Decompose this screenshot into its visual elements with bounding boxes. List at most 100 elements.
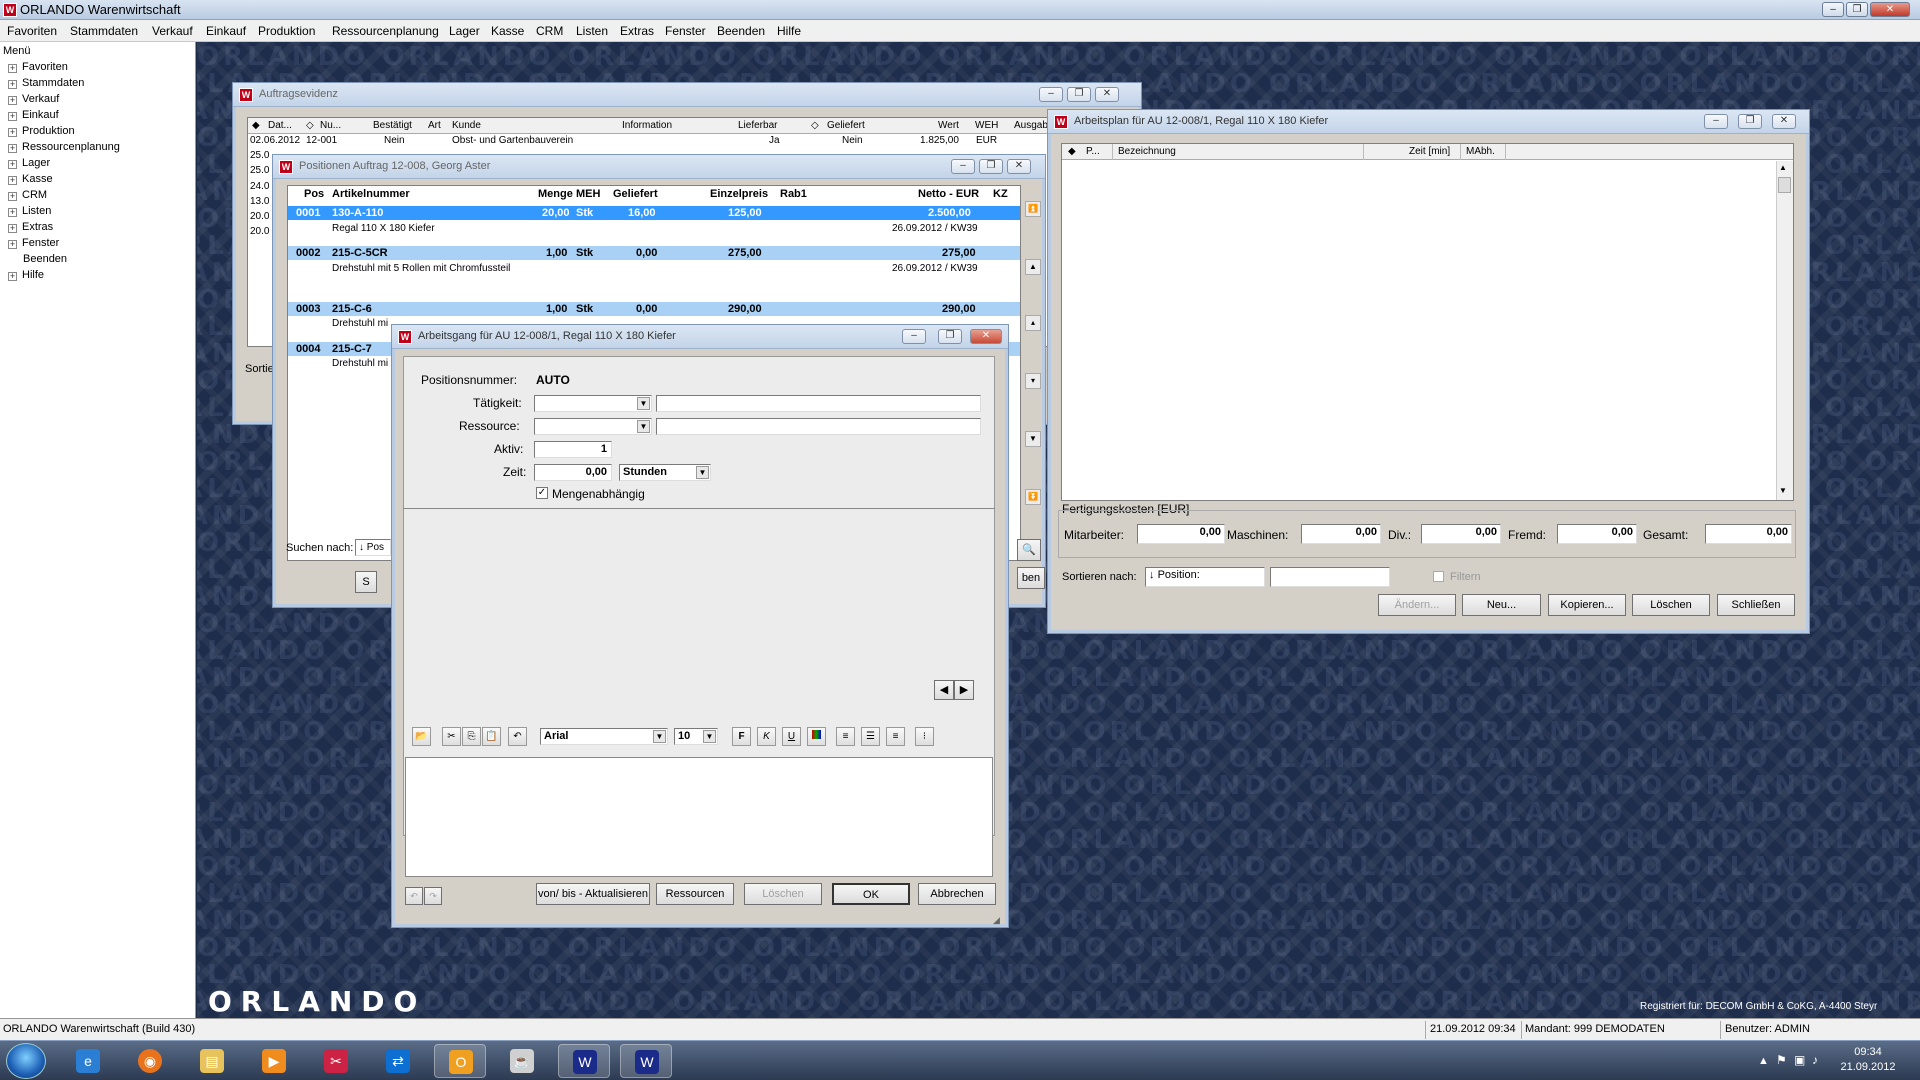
- scroll-up-button[interactable]: ▴: [1025, 315, 1041, 331]
- taetigkeit-description-input[interactable]: [656, 395, 981, 412]
- expand-icon[interactable]: +: [8, 160, 17, 169]
- menu-crm[interactable]: CRM: [536, 24, 563, 38]
- expand-icon[interactable]: +: [8, 272, 17, 281]
- filter-checkbox[interactable]: [1433, 571, 1444, 582]
- expand-icon[interactable]: +: [8, 144, 17, 153]
- col-weh[interactable]: WEH: [975, 120, 998, 131]
- preview-icon[interactable]: 🔍: [1017, 539, 1041, 561]
- sidebar-item-listen[interactable]: + Listen: [8, 205, 51, 217]
- open-folder-icon[interactable]: 📂: [412, 727, 431, 746]
- close-button[interactable]: ✕: [1095, 87, 1119, 102]
- notes-editor[interactable]: [405, 757, 993, 877]
- neu-button[interactable]: Neu...: [1462, 594, 1541, 616]
- expand-icon[interactable]: +: [8, 176, 17, 185]
- expand-icon[interactable]: +: [8, 208, 17, 217]
- ressource-select[interactable]: ▼: [534, 418, 652, 435]
- media-player-taskbar-icon[interactable]: ▶: [248, 1044, 300, 1078]
- color-icon[interactable]: [807, 727, 826, 746]
- java-taskbar-icon[interactable]: ☕: [496, 1044, 548, 1078]
- sidebar-item-extras[interactable]: + Extras: [8, 221, 53, 233]
- close-button[interactable]: ✕: [1870, 2, 1910, 17]
- sidebar-item-stammdaten[interactable]: + Stammdaten: [8, 77, 84, 89]
- taetigkeit-select[interactable]: ▼: [534, 395, 652, 412]
- expand-icon[interactable]: +: [8, 96, 17, 105]
- cost-fremd-field[interactable]: 0,00: [1557, 524, 1637, 544]
- maximize-button[interactable]: ❐: [1067, 87, 1091, 102]
- sidebar-item-einkauf[interactable]: + Einkauf: [8, 109, 59, 121]
- sidebar-item-beenden[interactable]: Beenden: [23, 253, 67, 265]
- sidebar-item-favoriten[interactable]: + Favoriten: [8, 61, 68, 73]
- menu-lager[interactable]: Lager: [449, 24, 480, 38]
- abbrechen-button[interactable]: Abbrechen: [918, 883, 996, 905]
- scroll-down-button[interactable]: ▾: [1025, 373, 1041, 389]
- cost-gesamt-field[interactable]: 0,00: [1705, 524, 1792, 544]
- menu-fenster[interactable]: Fenster: [665, 24, 706, 38]
- expand-icon[interactable]: +: [8, 192, 17, 201]
- menu-favoriten[interactable]: Favoriten: [7, 24, 57, 38]
- scroll-thumb[interactable]: [1778, 177, 1791, 193]
- scroll-page-down-button[interactable]: ▼: [1025, 431, 1041, 447]
- col-bestaetigt[interactable]: Bestätigt: [373, 120, 412, 131]
- aendern-button[interactable]: Ändern...: [1378, 594, 1456, 616]
- sort-select[interactable]: ↓ Position:: [1145, 567, 1265, 587]
- minimize-button[interactable]: –: [1704, 114, 1728, 129]
- menu-verkauf[interactable]: Verkauf: [152, 24, 193, 38]
- kopieren-button[interactable]: Kopieren...: [1548, 594, 1626, 616]
- col-information[interactable]: Information: [622, 120, 672, 131]
- col-wert[interactable]: Wert: [938, 120, 959, 131]
- col-einzelpreis[interactable]: Einzelpreis: [710, 188, 768, 200]
- expand-icon[interactable]: +: [8, 112, 17, 121]
- dropdown-arrow-icon[interactable]: ▼: [637, 397, 650, 410]
- cut-icon[interactable]: ✂: [442, 727, 461, 746]
- col-kunde[interactable]: Kunde: [452, 120, 481, 131]
- maximize-button[interactable]: ❐: [979, 159, 1003, 174]
- zeit-unit-select[interactable]: Stunden ▼: [619, 464, 711, 481]
- prev-arrow-button[interactable]: ◀: [934, 680, 954, 700]
- expand-icon[interactable]: +: [8, 224, 17, 233]
- outlook-taskbar-icon[interactable]: O: [434, 1044, 486, 1078]
- firefox-taskbar-icon[interactable]: ◉: [124, 1044, 176, 1078]
- col-netto[interactable]: Netto - EUR: [918, 188, 979, 200]
- col-p[interactable]: P...: [1086, 146, 1100, 157]
- scroll-down-icon[interactable]: ▼: [1779, 486, 1787, 495]
- ie-taskbar-icon[interactable]: e: [62, 1044, 114, 1078]
- align-center-icon[interactable]: ☰: [861, 727, 880, 746]
- align-right-icon[interactable]: ≡: [886, 727, 905, 746]
- teamviewer-taskbar-icon[interactable]: ⇄: [372, 1044, 424, 1078]
- aktiv-input[interactable]: 1: [534, 441, 612, 458]
- dropdown-arrow-icon[interactable]: ▼: [653, 730, 666, 743]
- orlando-taskbar-icon[interactable]: W: [558, 1044, 610, 1078]
- bold-button[interactable]: F: [732, 727, 751, 746]
- sidebar-item-ressourcenplanung[interactable]: + Ressourcenplanung: [8, 141, 120, 153]
- undo-icon[interactable]: ↶: [508, 727, 527, 746]
- bullet-list-icon[interactable]: ⁝: [915, 727, 934, 746]
- redo-small-icon[interactable]: ↷: [424, 887, 442, 905]
- scroll-bottom-button[interactable]: ⏬: [1025, 489, 1041, 505]
- col-rab1[interactable]: Rab1: [780, 188, 807, 200]
- tray-flag-icon[interactable]: ⚑: [1776, 1053, 1787, 1067]
- sidebar-item-verkauf[interactable]: + Verkauf: [8, 93, 59, 105]
- menu-listen[interactable]: Listen: [576, 24, 608, 38]
- col-meh[interactable]: MEH: [576, 188, 600, 200]
- loeschen-button[interactable]: Löschen: [1632, 594, 1710, 616]
- tray-volume-icon[interactable]: ♪: [1812, 1053, 1818, 1067]
- col-lieferbar[interactable]: Lieferbar: [738, 120, 777, 131]
- menu-produktion[interactable]: Produktion: [258, 24, 315, 38]
- expand-icon[interactable]: +: [8, 64, 17, 73]
- tools-taskbar-icon[interactable]: ✂: [310, 1044, 362, 1078]
- col-bezeichnung[interactable]: Bezeichnung: [1118, 146, 1176, 157]
- font-size-select[interactable]: 10 ▼: [674, 728, 718, 745]
- expand-icon[interactable]: +: [8, 128, 17, 137]
- dropdown-arrow-icon[interactable]: ▼: [703, 730, 716, 743]
- undo-small-icon[interactable]: ↶: [405, 887, 423, 905]
- loeschen-button[interactable]: Löschen: [744, 883, 822, 905]
- tray-network-icon[interactable]: ▣: [1794, 1053, 1805, 1067]
- maximize-button[interactable]: ❐: [938, 329, 962, 344]
- cost-div-field[interactable]: 0,00: [1421, 524, 1501, 544]
- minimize-button[interactable]: –: [1039, 87, 1063, 102]
- col-artikelnummer[interactable]: Artikelnummer: [332, 188, 410, 200]
- explorer-taskbar-icon[interactable]: ▤: [186, 1044, 238, 1078]
- partial-button[interactable]: ben: [1017, 567, 1045, 589]
- maximize-button[interactable]: ❐: [1738, 114, 1762, 129]
- cost-mitarbeiter-field[interactable]: 0,00: [1137, 524, 1225, 544]
